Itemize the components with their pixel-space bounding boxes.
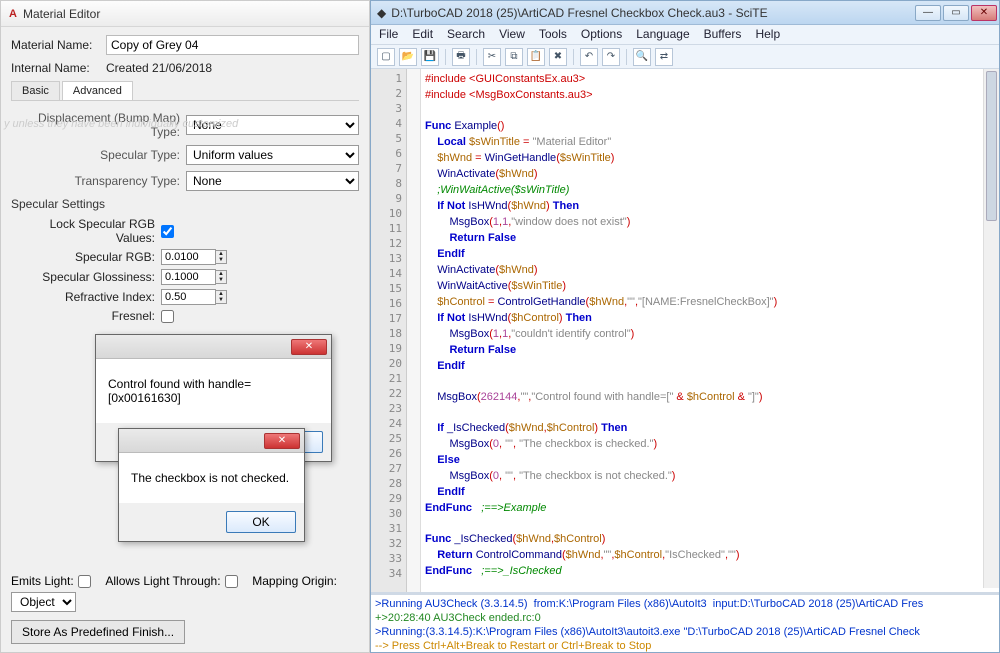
vertical-scrollbar[interactable] (983, 69, 999, 588)
mapping-origin-select[interactable]: Object (11, 592, 76, 612)
msgbox2-ok-button[interactable]: OK (226, 511, 296, 533)
refractive-spinner[interactable]: ▲▼ (216, 290, 227, 304)
menu-options[interactable]: Options (581, 27, 622, 42)
material-editor-window: A Material Editor y unless they have bee… (0, 0, 370, 653)
allows-light-label: Allows Light Through: (105, 574, 220, 588)
material-name-label: Material Name: (11, 38, 106, 52)
menu-edit[interactable]: Edit (412, 27, 433, 42)
app-icon: A (9, 8, 17, 20)
refractive-label: Refractive Index: (11, 290, 161, 304)
copy-icon[interactable]: ⧉ (505, 48, 523, 66)
msgbox2-titlebar[interactable]: ✕ (119, 429, 304, 453)
scite-toolbar: ▢ 📂 💾 🖶 ✂ ⧉ 📋 ✖ ↶ ↷ 🔍 ⇄ (371, 45, 999, 69)
open-icon[interactable]: 📂 (399, 48, 417, 66)
scrollbar-thumb[interactable] (986, 71, 997, 221)
internal-name-label: Internal Name: (11, 61, 106, 75)
menu-view[interactable]: View (499, 27, 525, 42)
msgbox1-titlebar[interactable]: ✕ (96, 335, 331, 359)
minimize-icon[interactable]: — (915, 5, 941, 21)
scite-title: D:\TurboCAD 2018 (25)\ArtiCAD Fresnel Ch… (391, 6, 767, 20)
code-editor[interactable]: #include <GUIConstantsEx.au3> #include <… (421, 69, 999, 592)
transparency-type-label: Transparency Type: (11, 174, 186, 188)
emits-light-checkbox[interactable] (78, 575, 91, 588)
msgbox-not-checked: ✕ The checkbox is not checked. OK (118, 428, 305, 542)
refractive-input[interactable] (161, 289, 216, 305)
fold-gutter[interactable] (407, 69, 421, 592)
specular-rgb-label: Specular RGB: (11, 250, 161, 264)
tab-basic[interactable]: Basic (11, 81, 60, 100)
material-name-input[interactable] (106, 35, 359, 55)
output-pane[interactable]: >Running AU3Check (3.3.14.5) from:K:\Pro… (371, 592, 999, 652)
find-icon[interactable]: 🔍 (633, 48, 651, 66)
menu-buffers[interactable]: Buffers (704, 27, 742, 42)
specular-settings-title: Specular Settings (11, 197, 359, 211)
redo-icon[interactable]: ↷ (602, 48, 620, 66)
msgbox1-text: Control found with handle=[0x00161630] (96, 359, 331, 423)
line-number-gutter: 1 2 3 4 5 6 7 8 9 10 11 12 13 14 15 16 1… (371, 69, 407, 592)
material-editor-titlebar[interactable]: A Material Editor (1, 1, 369, 27)
transparency-type-select[interactable]: None (186, 171, 359, 191)
paste-icon[interactable]: 📋 (527, 48, 545, 66)
tabs: Basic Advanced (11, 81, 359, 101)
scite-app-icon: ◆ (377, 6, 386, 20)
menu-tools[interactable]: Tools (539, 27, 567, 42)
glossiness-spinner[interactable]: ▲▼ (216, 270, 227, 284)
menu-help[interactable]: Help (755, 27, 780, 42)
maximize-icon[interactable]: ▭ (943, 5, 969, 21)
menu-file[interactable]: File (379, 27, 398, 42)
replace-icon[interactable]: ⇄ (655, 48, 673, 66)
lock-rgb-checkbox[interactable] (161, 225, 174, 238)
scite-menubar: File Edit Search View Tools Options Lang… (371, 25, 999, 45)
print-icon[interactable]: 🖶 (452, 48, 470, 66)
editor-area[interactable]: 1 2 3 4 5 6 7 8 9 10 11 12 13 14 15 16 1… (371, 69, 999, 592)
delete-icon[interactable]: ✖ (549, 48, 567, 66)
internal-name-value: Created 21/06/2018 (106, 61, 212, 75)
window-close-icon[interactable]: ✕ (971, 5, 997, 21)
specular-rgb-spinner[interactable]: ▲▼ (216, 250, 227, 264)
store-predefined-button[interactable]: Store As Predefined Finish... (11, 620, 185, 644)
undo-icon[interactable]: ↶ (580, 48, 598, 66)
msgbox2-close-icon[interactable]: ✕ (264, 433, 300, 449)
new-icon[interactable]: ▢ (377, 48, 395, 66)
material-editor-title: Material Editor (23, 7, 100, 21)
specular-rgb-input[interactable] (161, 249, 216, 265)
scite-titlebar[interactable]: ◆ D:\TurboCAD 2018 (25)\ArtiCAD Fresnel C… (371, 1, 999, 25)
cut-icon[interactable]: ✂ (483, 48, 501, 66)
specular-type-select[interactable]: Uniform values (186, 145, 359, 165)
menu-language[interactable]: Language (636, 27, 689, 42)
allows-light-checkbox[interactable] (225, 575, 238, 588)
emits-light-label: Emits Light: (11, 574, 74, 588)
specular-type-label: Specular Type: (11, 148, 186, 162)
msgbox2-text: The checkbox is not checked. (119, 453, 304, 503)
mapping-origin-label: Mapping Origin: (252, 574, 337, 588)
fresnel-label: Fresnel: (11, 309, 161, 323)
save-icon[interactable]: 💾 (421, 48, 439, 66)
tab-advanced[interactable]: Advanced (62, 81, 133, 100)
ghost-hint: y unless they have been individually cus… (4, 118, 238, 130)
fresnel-checkbox[interactable] (161, 310, 174, 323)
lock-rgb-label: Lock Specular RGB Values: (11, 217, 161, 245)
glossiness-label: Specular Glossiness: (11, 270, 161, 284)
msgbox1-close-icon[interactable]: ✕ (291, 339, 327, 355)
scite-window: ◆ D:\TurboCAD 2018 (25)\ArtiCAD Fresnel C… (370, 0, 1000, 653)
menu-search[interactable]: Search (447, 27, 485, 42)
glossiness-input[interactable] (161, 269, 216, 285)
